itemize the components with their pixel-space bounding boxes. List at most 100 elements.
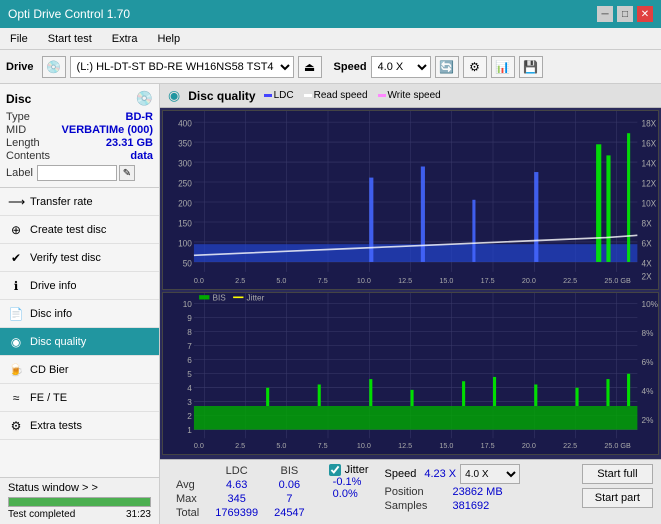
- status-window-label: Status window > >: [8, 482, 151, 494]
- svg-text:Jitter: Jitter: [247, 293, 265, 303]
- total-bis: 24547: [266, 506, 313, 520]
- svg-text:12.5: 12.5: [398, 440, 412, 449]
- read-speed-legend-label: Read speed: [314, 90, 368, 101]
- read-speed-legend-dot: [304, 94, 312, 97]
- nav-item-verify-test-disc[interactable]: ✔ Verify test disc: [0, 244, 159, 272]
- nav-item-disc-quality[interactable]: ◉ Disc quality: [0, 328, 159, 356]
- length-value: 23.31 GB: [106, 137, 153, 149]
- main-layout: Disc 💿 Type BD-R MID VERBATIMe (000) Len…: [0, 84, 661, 524]
- start-part-button[interactable]: Start part: [582, 488, 653, 508]
- label-edit-button[interactable]: ✎: [119, 165, 135, 181]
- samples-label: Samples: [385, 500, 445, 512]
- disc-panel: Disc 💿 Type BD-R MID VERBATIMe (000) Len…: [0, 84, 159, 188]
- svg-text:22.5: 22.5: [563, 276, 577, 285]
- svg-text:25.0 GB: 25.0 GB: [604, 440, 631, 449]
- window-controls: ─ □ ✕: [597, 6, 653, 22]
- progress-bar-inner: [9, 498, 150, 506]
- max-ldc: 345: [207, 492, 266, 506]
- stats-col-blank: [168, 464, 207, 478]
- nav-item-create-test-disc[interactable]: ⊕ Create test disc: [0, 216, 159, 244]
- nav-label-create-test-disc: Create test disc: [30, 224, 106, 236]
- nav-item-cd-bier[interactable]: 🍺 CD Bier: [0, 356, 159, 384]
- create-test-disc-icon: ⊕: [8, 223, 24, 237]
- ldc-legend-dot: [264, 94, 272, 97]
- legend-top: LDC Read speed Write speed: [264, 90, 441, 101]
- status-text-row: Test completed 31:23: [8, 509, 151, 520]
- contents-label: Contents: [6, 150, 50, 162]
- total-label: Total: [168, 506, 207, 520]
- legend-ldc: LDC: [264, 90, 294, 101]
- refresh-button[interactable]: 🔄: [435, 56, 459, 78]
- nav-section: ⟶ Transfer rate ⊕ Create test disc ✔ Ver…: [0, 188, 159, 477]
- svg-text:4%: 4%: [642, 386, 654, 396]
- transfer-rate-icon: ⟶: [8, 195, 24, 209]
- stats-row-avg: Avg 4.63 0.06: [168, 478, 313, 492]
- svg-text:0.0: 0.0: [194, 276, 204, 285]
- svg-text:7.5: 7.5: [318, 440, 328, 449]
- save-button[interactable]: 💾: [519, 56, 543, 78]
- stats-col-ldc: LDC: [207, 464, 266, 478]
- ldc-legend-label: LDC: [274, 90, 294, 101]
- svg-text:15.0: 15.0: [439, 440, 453, 449]
- avg-label: Avg: [168, 478, 207, 492]
- svg-text:7.5: 7.5: [318, 276, 328, 285]
- nav-item-disc-info[interactable]: 📄 Disc info: [0, 300, 159, 328]
- label-input[interactable]: [37, 165, 117, 181]
- svg-text:350: 350: [178, 138, 192, 148]
- svg-text:20.0: 20.0: [522, 440, 536, 449]
- titlebar: Opti Drive Control 1.70 ─ □ ✕: [0, 0, 661, 28]
- disc-quality-title: Disc quality: [188, 89, 255, 103]
- menu-extra[interactable]: Extra: [106, 31, 144, 47]
- stats-col-bis: BIS: [266, 464, 313, 478]
- jitter-checkbox[interactable]: [329, 464, 341, 476]
- svg-text:12X: 12X: [642, 178, 657, 188]
- progress-bar-outer: [8, 497, 151, 507]
- menu-file[interactable]: File: [4, 31, 34, 47]
- fe-te-icon: ≈: [8, 391, 24, 405]
- speed-mini-select[interactable]: 4.0 X 1.0 X 2.0 X: [460, 464, 520, 484]
- drive-icon-button[interactable]: 💿: [42, 56, 66, 78]
- svg-text:6X: 6X: [642, 238, 652, 248]
- speed-select[interactable]: 4.0 X 1.0 X 2.0 X 6.0 X 8.0 X: [371, 56, 431, 78]
- jitter-stats-section: Jitter -0.1% 0.0%: [329, 464, 369, 500]
- avg-bis: 0.06: [266, 478, 313, 492]
- write-speed-legend-label: Write speed: [388, 90, 441, 101]
- svg-text:20.0: 20.0: [522, 276, 536, 285]
- minimize-button[interactable]: ─: [597, 6, 613, 22]
- maximize-button[interactable]: □: [617, 6, 633, 22]
- sidebar: Disc 💿 Type BD-R MID VERBATIMe (000) Len…: [0, 84, 160, 524]
- status-window-panel[interactable]: Status window > > Test completed 31:23: [0, 477, 159, 524]
- nav-item-drive-info[interactable]: ℹ Drive info: [0, 272, 159, 300]
- eject-button[interactable]: ⏏: [298, 56, 322, 78]
- svg-text:10X: 10X: [642, 198, 657, 208]
- close-button[interactable]: ✕: [637, 6, 653, 22]
- svg-text:10: 10: [183, 298, 192, 308]
- jitter-max-val: 0.0%: [329, 488, 369, 500]
- svg-text:0.0: 0.0: [194, 440, 204, 449]
- menu-start-test[interactable]: Start test: [42, 31, 98, 47]
- speed-label: Speed: [334, 61, 367, 73]
- verify-test-disc-icon: ✔: [8, 251, 24, 265]
- nav-item-extra-tests[interactable]: ⚙ Extra tests: [0, 412, 159, 440]
- samples-val: 381692: [453, 500, 490, 512]
- svg-text:17.5: 17.5: [481, 276, 495, 285]
- toolbar: Drive 💿 (L:) HL-DT-ST BD-RE WH16NS58 TST…: [0, 50, 661, 84]
- type-label: Type: [6, 111, 30, 123]
- nav-item-transfer-rate[interactable]: ⟶ Transfer rate: [0, 188, 159, 216]
- disc-contents-row: Contents data: [6, 150, 153, 162]
- svg-text:5.0: 5.0: [276, 276, 286, 285]
- nav-item-fe-te[interactable]: ≈ FE / TE: [0, 384, 159, 412]
- svg-text:17.5: 17.5: [481, 440, 495, 449]
- svg-text:14X: 14X: [642, 158, 657, 168]
- cd-bier-icon: 🍺: [8, 363, 24, 377]
- drive-select[interactable]: (L:) HL-DT-ST BD-RE WH16NS58 TST4: [70, 56, 294, 78]
- disc-length-row: Length 23.31 GB: [6, 137, 153, 149]
- speed-row: Speed 4.23 X 4.0 X 1.0 X 2.0 X: [385, 464, 521, 484]
- start-full-button[interactable]: Start full: [582, 464, 653, 484]
- chart-button[interactable]: 📊: [491, 56, 515, 78]
- lower-chart-svg: 10 9 8 7 6 5 4 3 2 1 10% 8% 6% 4% 2%: [163, 293, 658, 454]
- type-value: BD-R: [126, 111, 154, 123]
- status-text: Test completed: [8, 509, 75, 520]
- menu-help[interactable]: Help: [151, 31, 186, 47]
- settings-button[interactable]: ⚙: [463, 56, 487, 78]
